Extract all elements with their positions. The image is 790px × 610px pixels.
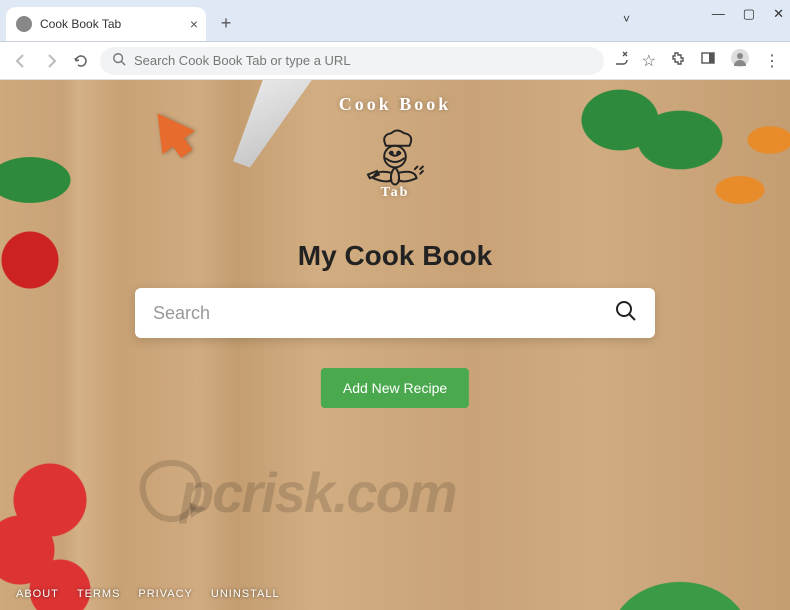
- callout-arrow-icon: [141, 102, 195, 155]
- reload-button[interactable]: [70, 50, 92, 72]
- page-title: My Cook Book: [298, 240, 492, 272]
- browser-toolbar: Search Cook Book Tab or type a URL ☆ ⋮: [0, 42, 790, 80]
- footer-about-link[interactable]: ABOUT: [16, 588, 59, 600]
- page-content: Cook Book Tab My Cook Book: [0, 80, 790, 610]
- forward-button[interactable]: [40, 50, 62, 72]
- address-bar[interactable]: Search Cook Book Tab or type a URL: [100, 47, 604, 75]
- tab-favicon: [16, 16, 32, 32]
- window-controls: — ▢ ✕: [712, 6, 784, 22]
- kebab-menu-icon[interactable]: ⋮: [764, 51, 780, 71]
- watermark-text: pcrisk.com: [180, 460, 456, 525]
- browser-titlebar: Cook Book Tab × + ˅ — ▢ ✕: [0, 0, 790, 42]
- minimize-icon[interactable]: —: [712, 6, 725, 22]
- tab-title: Cook Book Tab: [40, 17, 121, 31]
- share-icon[interactable]: [612, 50, 628, 71]
- search-submit-icon[interactable]: [615, 300, 637, 327]
- new-tab-button[interactable]: +: [212, 9, 240, 37]
- tab-list-chevron-icon[interactable]: ˅: [623, 12, 630, 26]
- side-panel-icon[interactable]: [700, 50, 716, 71]
- close-tab-icon[interactable]: ×: [190, 16, 198, 32]
- logo-text-top: Cook Book: [295, 94, 495, 115]
- chef-icon: [350, 126, 440, 221]
- maximize-icon[interactable]: ▢: [743, 6, 755, 22]
- footer-nav: ABOUT TERMS PRIVACY UNINSTALL: [0, 578, 296, 610]
- bookmark-star-icon[interactable]: ☆: [642, 51, 656, 71]
- omnibox-placeholder: Search Cook Book Tab or type a URL: [134, 53, 351, 68]
- footer-terms-link[interactable]: TERMS: [77, 588, 121, 600]
- profile-avatar-icon[interactable]: [730, 48, 750, 73]
- browser-tab-active[interactable]: Cook Book Tab ×: [6, 7, 206, 41]
- watermark-logo-icon: [137, 457, 205, 525]
- site-logo: Cook Book Tab: [295, 80, 495, 201]
- footer-uninstall-link[interactable]: UNINSTALL: [211, 588, 280, 600]
- extensions-icon[interactable]: [670, 50, 686, 71]
- back-button[interactable]: [10, 50, 32, 72]
- search-icon: [112, 52, 126, 69]
- search-box[interactable]: [135, 288, 655, 338]
- close-window-icon[interactable]: ✕: [773, 6, 784, 22]
- footer-privacy-link[interactable]: PRIVACY: [138, 588, 192, 600]
- add-recipe-button[interactable]: Add New Recipe: [321, 368, 469, 408]
- search-input[interactable]: [153, 303, 615, 324]
